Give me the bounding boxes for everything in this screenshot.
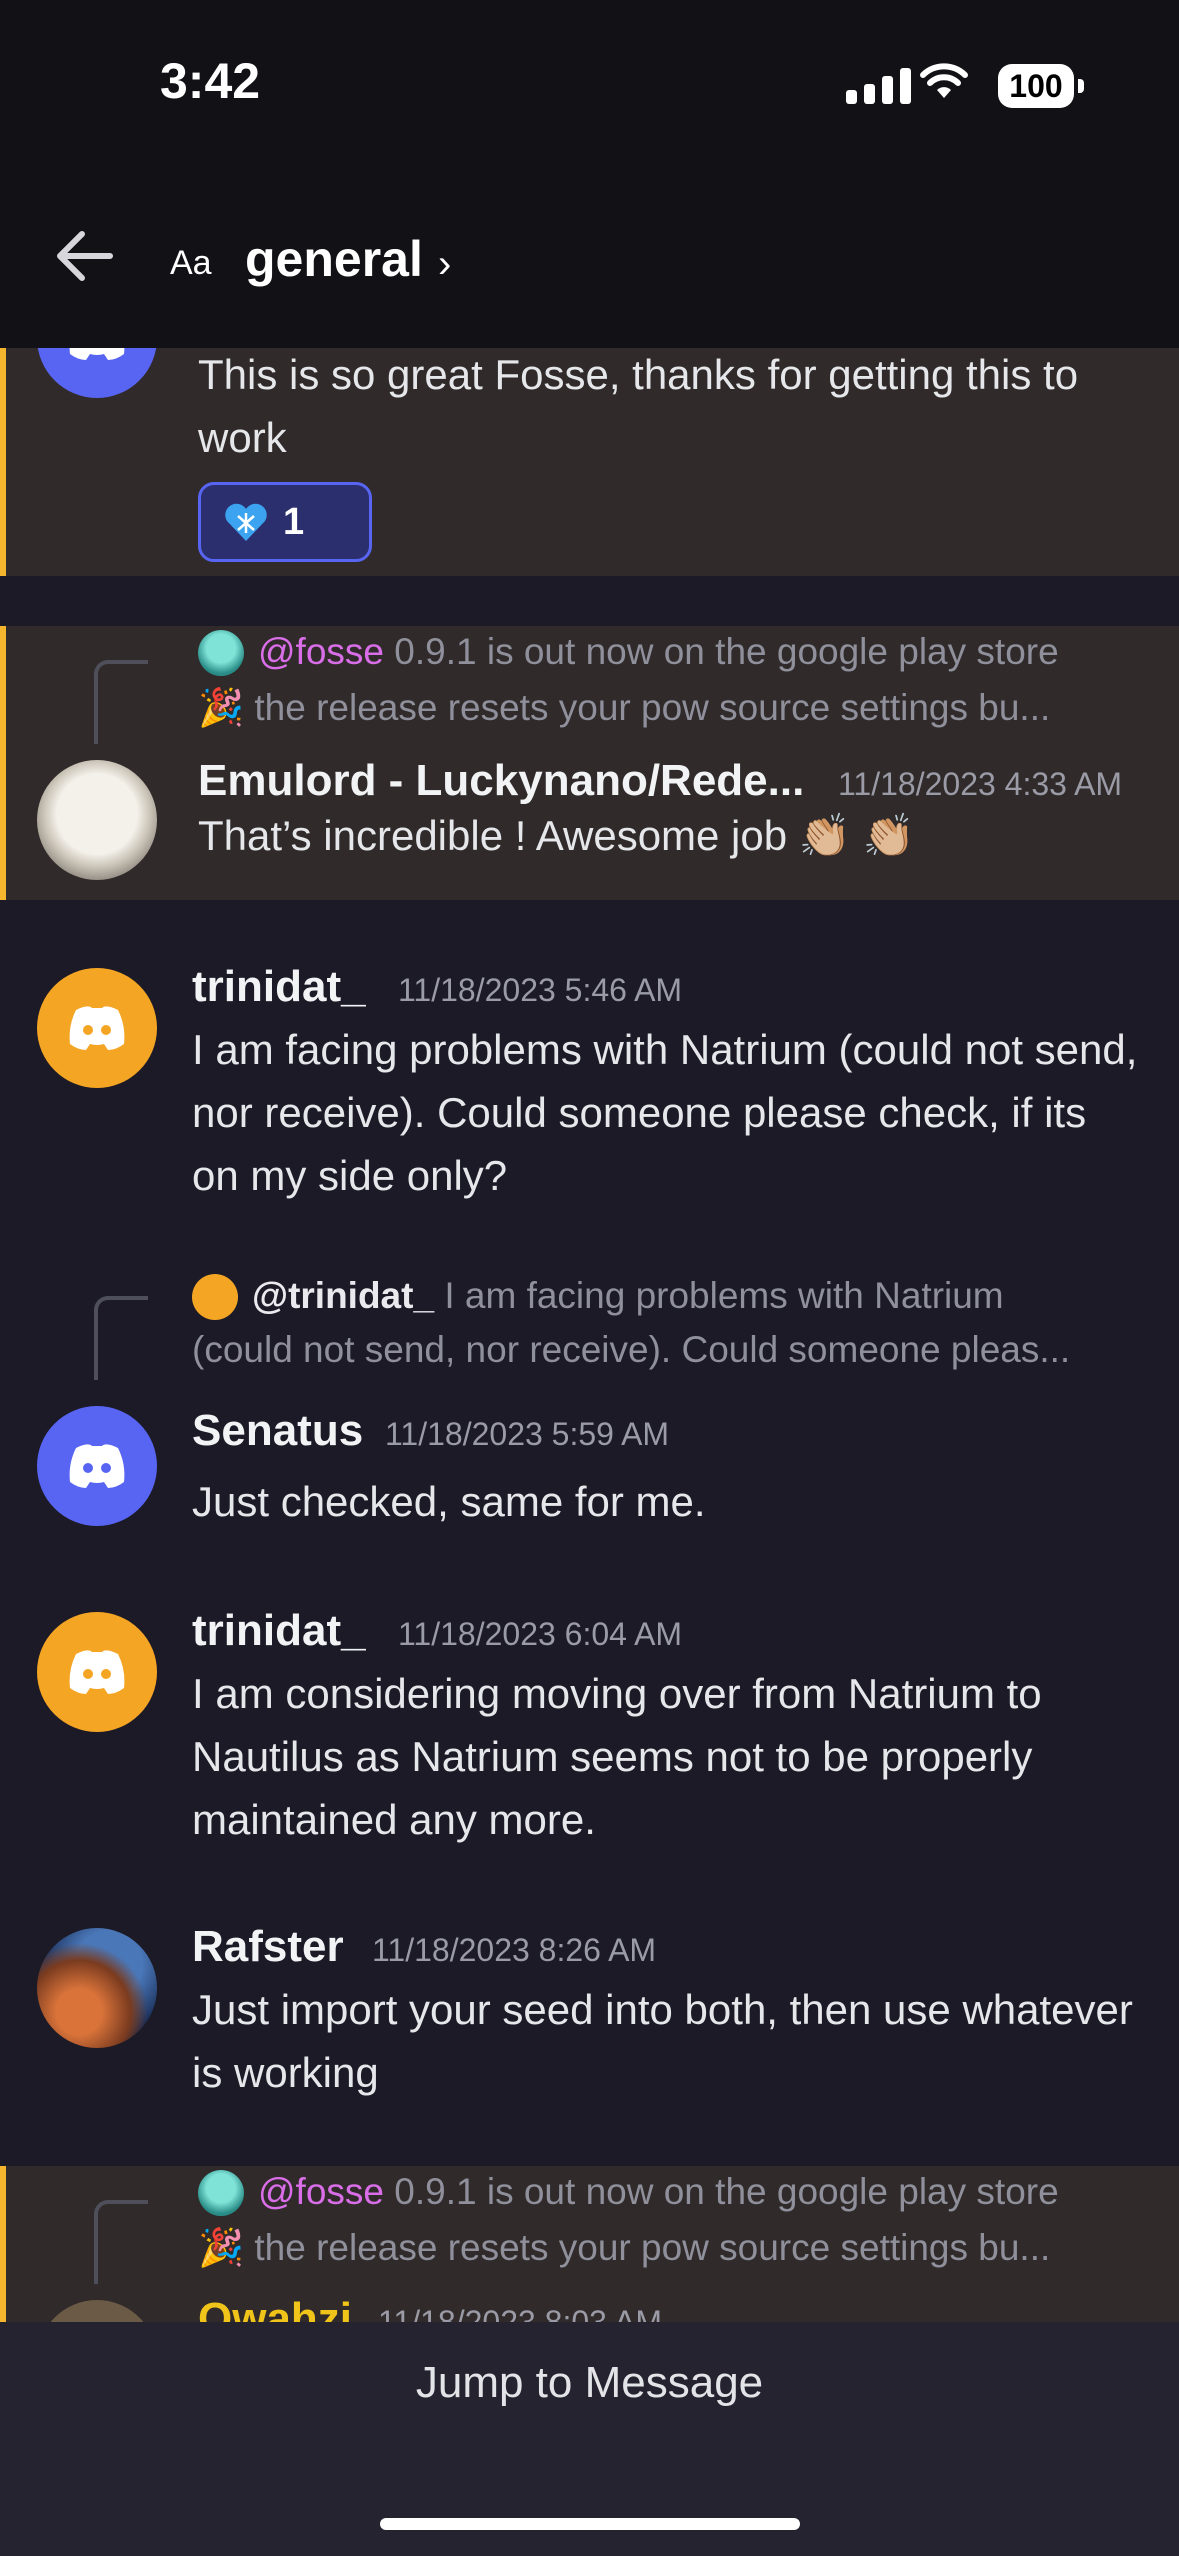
back-arrow-icon[interactable] [54, 228, 114, 284]
author-name[interactable]: Owahzi [198, 2294, 352, 2322]
reply-preview-cont: 🎉 the release resets your pow source set… [198, 680, 1138, 736]
chevron-right-icon[interactable]: › [438, 242, 451, 287]
reply-avatar [198, 630, 244, 676]
clock: 3:42 [160, 53, 261, 109]
reply-preview-line2: the release resets your pow source setti… [254, 687, 1051, 728]
reply-mention[interactable]: @trinidat_ [252, 1275, 434, 1316]
battery-icon: 100 [998, 64, 1084, 108]
discord-logo-icon [69, 1444, 125, 1488]
reply-preview-cont: (could not send, nor receive). Could som… [192, 1329, 1071, 1370]
channel-name[interactable]: general [245, 230, 423, 288]
heart-reaction-icon [225, 503, 267, 541]
avatar[interactable] [37, 1612, 157, 1732]
author-name[interactable]: trinidat_ [192, 962, 366, 1012]
reply-mention[interactable]: @fosse [258, 631, 384, 672]
timestamp: 11/18/2023 5:46 AM [398, 972, 683, 1008]
discord-logo-icon [69, 1006, 125, 1050]
reply-preview-cont: 🎉 the release resets your pow source set… [198, 2220, 1138, 2276]
reply-preview[interactable]: @trinidat_ I am facing problems with Nat… [252, 1268, 1132, 1324]
message-text: I am facing problems with Natrium (could… [192, 1026, 1138, 1199]
message-text: That’s incredible ! Awesome job 👏🏼 👏🏼 [198, 812, 916, 859]
message-text: Just import your seed into both, then us… [192, 1986, 1133, 2096]
party-popper-icon: 🎉 [198, 2227, 245, 2268]
reply-connector [94, 660, 148, 744]
author-name[interactable]: Senatus [192, 1406, 363, 1456]
timestamp: 11/18/2023 6:04 AM [398, 1616, 683, 1652]
reply-avatar [192, 1274, 238, 1320]
author-name[interactable]: trinidat_ [192, 1606, 366, 1656]
message-list[interactable]: This is so great Fosse, thanks for getti… [0, 348, 1179, 2322]
avatar[interactable] [37, 1928, 157, 2048]
message-text: Just checked, same for me. [192, 1478, 706, 1525]
signal-icon [846, 68, 911, 104]
wifi-icon [920, 63, 968, 98]
reaction-count: 1 [283, 500, 305, 543]
reply-preview[interactable]: @fosse 0.9.1 is out now on the google pl… [258, 2164, 1138, 2220]
text-channel-icon: Aa [170, 244, 212, 282]
reply-preview-line1: 0.9.1 is out now on the google play stor… [394, 2171, 1059, 2212]
timestamp: 11/18/2023 8:03 AM [378, 2304, 663, 2322]
avatar[interactable] [37, 968, 157, 1088]
highlighted-message[interactable]: This is so great Fosse, thanks for getti… [0, 348, 1179, 576]
timestamp: 11/18/2023 5:59 AM [385, 1416, 670, 1452]
reply-preview-line1: 0.9.1 is out now on the google play stor… [394, 631, 1059, 672]
reaction-button[interactable]: 1 [198, 482, 372, 562]
timestamp: 11/18/2023 8:26 AM [372, 1932, 657, 1968]
jump-to-message-button[interactable]: Jump to Message [0, 2358, 1179, 2408]
reply-preview-line1: I am facing problems with Natrium [444, 1275, 1004, 1316]
discord-logo-icon [69, 1650, 125, 1694]
reply-connector [94, 1296, 148, 1380]
avatar[interactable] [37, 2300, 157, 2322]
message-text: I am considering moving over from Natriu… [192, 1670, 1042, 1843]
timestamp: 11/18/2023 4:33 AM [838, 766, 1123, 802]
party-popper-icon: 🎉 [198, 687, 245, 728]
reply-preview-line2: the release resets your pow source setti… [254, 2227, 1051, 2268]
author-name[interactable]: Emulord - Luckynano/Rede... [198, 756, 804, 806]
author-name[interactable]: Rafster [192, 1922, 344, 1972]
reply-connector [94, 2200, 148, 2284]
status-bar: 3:42 100 [0, 0, 1179, 190]
message-text: This is so great Fosse, thanks for getti… [198, 351, 1079, 461]
home-indicator[interactable] [380, 2518, 800, 2530]
reply-avatar [198, 2170, 244, 2216]
highlighted-message[interactable]: @fosse 0.9.1 is out now on the google pl… [0, 626, 1179, 900]
discord-logo-icon [69, 348, 125, 360]
reply-preview[interactable]: @fosse 0.9.1 is out now on the google pl… [258, 624, 1138, 680]
avatar[interactable] [37, 1406, 157, 1526]
avatar[interactable] [37, 348, 157, 398]
avatar[interactable] [37, 760, 157, 880]
reply-mention[interactable]: @fosse [258, 2171, 384, 2212]
highlighted-message[interactable]: @fosse 0.9.1 is out now on the google pl… [0, 2166, 1179, 2322]
